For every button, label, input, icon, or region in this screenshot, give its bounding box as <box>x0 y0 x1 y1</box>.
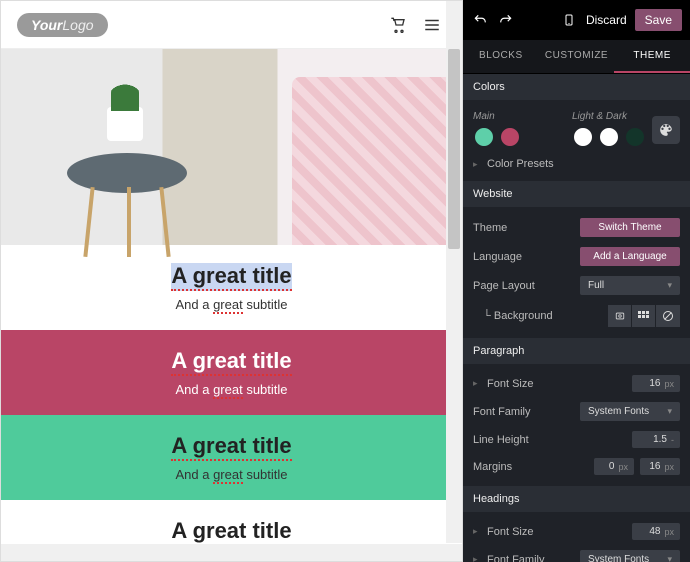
p-margin-bottom-input[interactable]: 16px <box>640 458 680 475</box>
chevron-right-icon[interactable]: ▸ <box>473 526 481 537</box>
p-lineheight-input[interactable]: 1.5- <box>632 431 680 448</box>
tab-theme[interactable]: THEME <box>614 40 690 73</box>
h-fontsize-input[interactable]: 48px <box>632 523 680 540</box>
color-swatch-light-1[interactable] <box>572 126 594 148</box>
editor-panel: Discard Save BLOCKS CUSTOMIZE THEME Colo… <box>463 0 690 562</box>
color-swatch-main-2[interactable] <box>499 126 521 148</box>
mobile-preview-icon[interactable] <box>560 11 578 29</box>
background-label: └ Background <box>473 310 602 322</box>
block-subtitle[interactable]: And a great subtitle <box>11 297 452 312</box>
color-presets-label[interactable]: Color Presets <box>487 158 680 170</box>
section-headings-heading: Headings <box>463 486 690 512</box>
p-fontfamily-select[interactable]: System Fonts▾ <box>580 402 680 421</box>
tab-customize[interactable]: CUSTOMIZE <box>539 40 615 73</box>
site-logo[interactable]: YourLogo <box>17 13 108 37</box>
section-website-heading: Website <box>463 181 690 207</box>
h-fontfamily-select[interactable]: System Fonts▾ <box>580 550 680 562</box>
content-block-0[interactable]: A great title And a great subtitle <box>1 245 462 330</box>
hero-image[interactable] <box>1 49 462 245</box>
preview-vertical-scrollbar[interactable] <box>446 1 462 543</box>
hamburger-menu-icon[interactable] <box>418 11 446 39</box>
p-margins-label: Margins <box>473 461 588 473</box>
chevron-down-icon: ▾ <box>667 406 672 417</box>
block-subtitle[interactable]: And a great subtitle <box>11 382 452 397</box>
block-title[interactable]: A great title <box>171 518 291 546</box>
section-colors-heading: Colors <box>463 74 690 100</box>
panel-scroll-body[interactable]: Colors Main Light & Dark <box>463 74 690 562</box>
page-layout-select[interactable]: Full▾ <box>580 276 680 295</box>
website-preview-canvas[interactable]: YourLogo A great title And a great subti… <box>0 0 463 562</box>
discard-button[interactable]: Discard <box>586 13 627 27</box>
chevron-right-icon[interactable]: ▸ <box>473 378 481 389</box>
logo-text-1: Your <box>31 17 62 33</box>
panel-topbar: Discard Save <box>463 0 690 40</box>
p-fontsize-label: Font Size <box>487 378 626 390</box>
chevron-right-icon[interactable]: ▸ <box>473 554 481 562</box>
palette-icon[interactable] <box>652 116 680 144</box>
tab-blocks[interactable]: BLOCKS <box>463 40 539 73</box>
site-topbar: YourLogo <box>1 1 462 49</box>
chevron-down-icon: ▾ <box>667 554 672 562</box>
add-language-button[interactable]: Add a Language <box>580 247 680 266</box>
preview-horizontal-scrollbar[interactable] <box>1 544 462 561</box>
block-title[interactable]: A great title <box>171 263 291 291</box>
theme-label: Theme <box>473 222 574 234</box>
panel-tabs: BLOCKS CUSTOMIZE THEME <box>463 40 690 74</box>
page-layout-label: Page Layout <box>473 280 574 292</box>
p-fontsize-input[interactable]: 16px <box>632 375 680 392</box>
chevron-right-icon[interactable]: ▸ <box>473 159 481 170</box>
lightdark-colors-label: Light & Dark <box>572 111 646 122</box>
cart-icon[interactable] <box>384 11 412 39</box>
block-subtitle[interactable]: And a great subtitle <box>11 467 452 482</box>
p-margin-top-input[interactable]: 0px <box>594 458 634 475</box>
redo-icon[interactable] <box>497 11 515 29</box>
background-none-icon[interactable] <box>656 305 680 327</box>
undo-icon[interactable] <box>471 11 489 29</box>
h-fontfamily-label: Font Family <box>487 554 574 562</box>
chevron-down-icon: ▾ <box>667 280 672 291</box>
p-lineheight-label: Line Height <box>473 434 626 446</box>
main-colors-label: Main <box>473 111 566 122</box>
logo-text-2: Logo <box>62 17 93 33</box>
section-paragraph-heading: Paragraph <box>463 338 690 364</box>
background-pattern-icon[interactable] <box>632 305 656 327</box>
content-block-1[interactable]: A great title And a great subtitle <box>1 330 462 415</box>
language-label: Language <box>473 251 574 263</box>
color-swatch-main-1[interactable] <box>473 126 495 148</box>
block-title[interactable]: A great title <box>171 433 291 461</box>
content-block-2[interactable]: A great title And a great subtitle <box>1 415 462 500</box>
switch-theme-button[interactable]: Switch Theme <box>580 218 680 237</box>
p-fontfamily-label: Font Family <box>473 406 574 418</box>
color-swatch-light-2[interactable] <box>598 126 620 148</box>
save-button[interactable]: Save <box>635 9 682 31</box>
background-image-icon[interactable] <box>608 305 632 327</box>
h-fontsize-label: Font Size <box>487 526 626 538</box>
block-title[interactable]: A great title <box>171 348 291 376</box>
color-swatch-dark[interactable] <box>624 126 646 148</box>
